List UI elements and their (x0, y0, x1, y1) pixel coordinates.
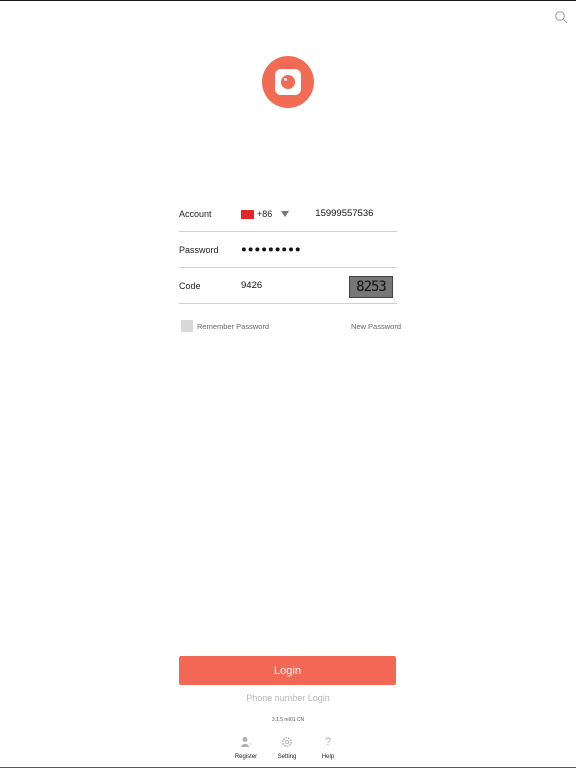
password-row: Password ●●●●●●●●● (179, 232, 397, 268)
tab-setting-label: Setting (277, 754, 297, 760)
help-icon: ? (324, 736, 332, 748)
login-form: Account +86 15999557536 Password ●●●●●●●… (179, 196, 397, 304)
account-label: Account (179, 208, 212, 219)
top-border (0, 0, 576, 1)
code-input[interactable]: 9426 (241, 280, 262, 291)
captcha-image[interactable]: 8253 (349, 276, 393, 298)
camera-body-icon (275, 69, 301, 95)
country-code[interactable]: +86 (257, 209, 272, 219)
search-icon[interactable] (554, 10, 568, 24)
china-flag-icon (241, 210, 254, 219)
bottom-tab-bar: Register Setting ? Help (0, 734, 576, 767)
remember-password-label[interactable]: Remember Password (197, 322, 269, 331)
remember-password-checkbox[interactable] (181, 320, 193, 332)
new-password-link[interactable]: New Password (351, 322, 401, 331)
tab-help-label: Help (321, 754, 335, 760)
code-row: Code 9426 8253 (179, 268, 397, 304)
lens-icon (281, 75, 295, 89)
camera-app-logo (262, 56, 314, 108)
login-options: Remember Password New Password (181, 320, 401, 334)
user-icon (241, 737, 252, 747)
password-input[interactable]: ●●●●●●●●● (241, 244, 302, 255)
version-text: 3.1.5 rel01 CN (271, 717, 305, 723)
code-label: Code (179, 280, 201, 291)
account-row: Account +86 15999557536 (179, 196, 397, 232)
login-button[interactable]: Login (179, 656, 396, 685)
tab-register[interactable]: Register (226, 734, 266, 760)
tab-help[interactable]: ? Help (308, 734, 348, 760)
phone-number-login-link[interactable]: Phone number Login (0, 693, 576, 703)
phone-number-input[interactable]: 15999557536 (315, 208, 373, 219)
tab-setting[interactable]: Setting (267, 734, 307, 760)
chevron-down-icon[interactable] (281, 210, 290, 217)
tab-register-label: Register (234, 754, 258, 760)
password-label: Password (179, 244, 219, 255)
gear-icon (282, 737, 292, 747)
